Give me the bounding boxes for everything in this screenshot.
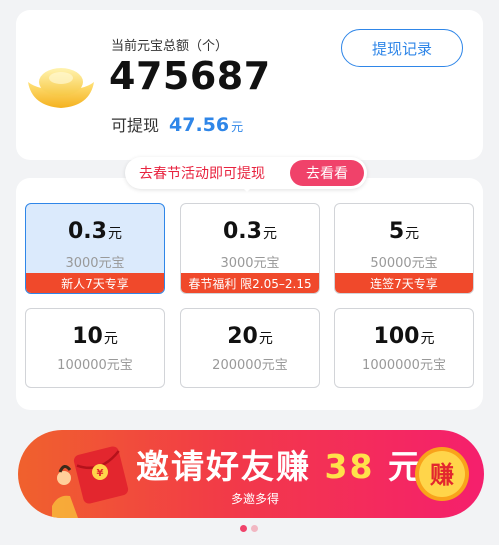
option-amount: 0.3元	[68, 219, 122, 244]
promo-bubble: 去春节活动即可提现 去看看	[125, 157, 367, 189]
withdraw-option[interactable]: 10元 100000元宝	[25, 308, 165, 388]
withdraw-option[interactable]: 0.3元 3000元宝 新人7天专享	[25, 203, 165, 294]
carousel-indicator	[240, 525, 258, 532]
withdraw-option[interactable]: 100元 1000000元宝	[334, 308, 474, 388]
withdrawable-amount: 47.56	[169, 114, 230, 136]
balance-card: 当前元宝总额（个） 475687 可提现 47.56 元 提现记录	[16, 10, 483, 160]
option-amount: 10元	[72, 324, 118, 349]
option-coins: 200000元宝	[212, 358, 288, 373]
option-amount: 100元	[373, 324, 435, 349]
gold-ingot-icon	[28, 68, 94, 108]
withdrawable-unit: 元	[231, 120, 244, 134]
option-coins: 100000元宝	[57, 358, 133, 373]
withdraw-option[interactable]: 20元 200000元宝	[180, 308, 320, 388]
coin-text: 赚	[430, 461, 454, 489]
carousel-dot[interactable]	[251, 525, 258, 532]
earn-coin-icon: 赚	[415, 447, 469, 501]
carousel-dot-active[interactable]	[240, 525, 247, 532]
withdrawable-row: 可提现 47.56 元	[111, 112, 243, 136]
total-label: 当前元宝总额（个）	[111, 39, 229, 54]
option-tag: 连签7天专享	[335, 273, 473, 293]
option-amount: 0.3元	[223, 219, 277, 244]
promo-text: 去春节活动即可提现	[139, 166, 265, 182]
promo-go-button[interactable]: 去看看	[290, 160, 364, 186]
withdraw-option[interactable]: 5元 50000元宝 连签7天专享	[334, 203, 474, 294]
invite-banner[interactable]: ¥ 邀请好友赚 38 元 多邀多得 赚	[18, 430, 484, 518]
total-value: 475687	[109, 54, 271, 98]
option-amount: 5元	[388, 219, 420, 244]
promo-bubble-pointer	[241, 186, 253, 192]
svg-text:¥: ¥	[97, 468, 104, 479]
option-tag: 春节福利 限2.05–2.15	[181, 273, 319, 293]
option-amount: 20元	[227, 324, 273, 349]
withdraw-option[interactable]: 0.3元 3000元宝 春节福利 限2.05–2.15	[180, 203, 320, 294]
option-coins: 1000000元宝	[362, 358, 446, 373]
option-tag: 新人7天专享	[26, 273, 164, 293]
withdrawable-label: 可提现	[111, 116, 160, 135]
option-coins: 50000元宝	[370, 256, 438, 271]
option-coins: 3000元宝	[220, 256, 280, 271]
banner-title: 邀请好友赚 38 元	[136, 447, 423, 486]
option-coins: 3000元宝	[65, 256, 125, 271]
withdraw-record-button[interactable]: 提现记录	[341, 29, 463, 67]
